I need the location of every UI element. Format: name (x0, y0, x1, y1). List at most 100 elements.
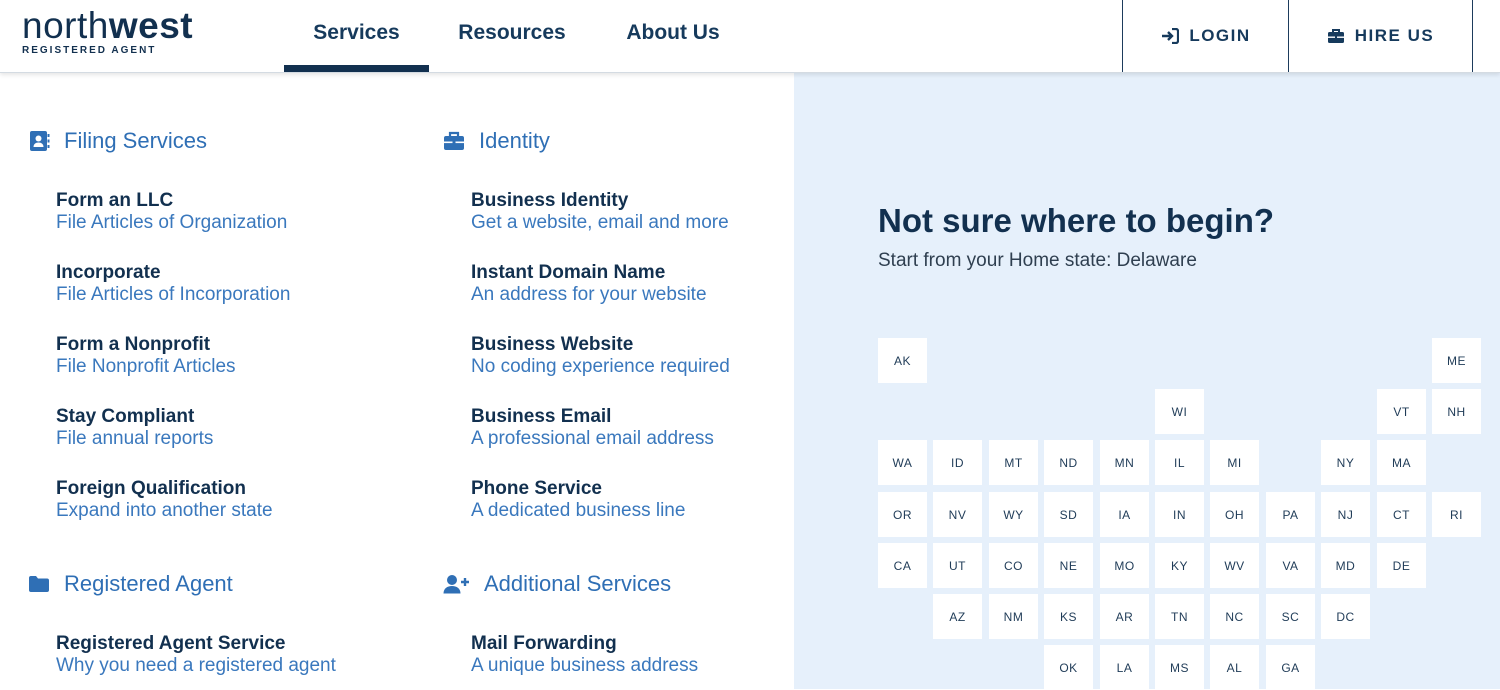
login-label: LOGIN (1189, 26, 1251, 45)
item-subtitle: File Nonprofit Articles (56, 356, 236, 377)
menu-item-business-identity[interactable]: Business Identity Get a website, email a… (471, 190, 729, 234)
menu-item-business-website[interactable]: Business Website No coding experience re… (471, 334, 730, 378)
hire-us-label: HIRE US (1354, 26, 1435, 45)
registered-agent-title: Registered Agent (64, 571, 233, 596)
logo-word-north: north (22, 5, 109, 46)
state-tile-wy[interactable]: WY (989, 492, 1038, 537)
state-tile-wa[interactable]: WA (878, 440, 927, 485)
state-tile-in[interactable]: IN (1155, 492, 1204, 537)
state-tile-az[interactable]: AZ (933, 594, 982, 639)
menu-item-foreign-qualification[interactable]: Foreign Qualification Expand into anothe… (56, 478, 273, 522)
state-tile-nv[interactable]: NV (933, 492, 982, 537)
state-tile-va[interactable]: VA (1266, 543, 1315, 588)
item-title: Phone Service (471, 478, 602, 499)
item-subtitle: No coding experience required (471, 356, 730, 377)
hire-us-button[interactable]: HIRE US (1288, 0, 1472, 72)
identity-heading: Identity (443, 128, 550, 154)
item-subtitle: A dedicated business line (471, 500, 686, 521)
item-title: Form an LLC (56, 190, 174, 211)
item-title: Registered Agent Service (56, 633, 286, 654)
state-tile-oh[interactable]: OH (1210, 492, 1259, 537)
state-tile-nh[interactable]: NH (1432, 389, 1481, 434)
state-tile-nj[interactable]: NJ (1321, 492, 1370, 537)
state-tile-sd[interactable]: SD (1044, 492, 1093, 537)
state-tile-ky[interactable]: KY (1155, 543, 1204, 588)
menu-item-incorporate[interactable]: Incorporate File Articles of Incorporati… (56, 262, 290, 306)
header-divider (1472, 0, 1473, 72)
item-subtitle: File annual reports (56, 428, 214, 449)
state-tile-mi[interactable]: MI (1210, 440, 1259, 485)
state-tile-ak[interactable]: AK (878, 338, 927, 383)
briefcase-icon (443, 130, 465, 152)
state-tile-la[interactable]: LA (1100, 645, 1149, 690)
panel-title: Not sure where to begin? (878, 202, 1275, 239)
state-tile-wi[interactable]: WI (1155, 389, 1204, 434)
state-tile-de[interactable]: DE (1377, 543, 1426, 588)
state-tile-ma[interactable]: MA (1377, 440, 1426, 485)
state-tile-nc[interactable]: NC (1210, 594, 1259, 639)
state-tile-wv[interactable]: WV (1210, 543, 1259, 588)
item-title: Instant Domain Name (471, 262, 666, 283)
nav-tab-about-us[interactable]: About Us (610, 0, 736, 72)
state-tile-ga[interactable]: GA (1266, 645, 1315, 690)
state-tile-co[interactable]: CO (989, 543, 1038, 588)
state-tile-ri[interactable]: RI (1432, 492, 1481, 537)
state-tile-ar[interactable]: AR (1100, 594, 1149, 639)
address-book-icon (28, 130, 50, 152)
item-subtitle: Get a website, email and more (471, 212, 729, 233)
state-tile-al[interactable]: AL (1210, 645, 1259, 690)
menu-item-form-llc[interactable]: Form an LLC File Articles of Organizatio… (56, 190, 287, 234)
state-tile-vt[interactable]: VT (1377, 389, 1426, 434)
item-subtitle: An address for your website (471, 284, 707, 305)
state-tile-tn[interactable]: TN (1155, 594, 1204, 639)
state-tile-id[interactable]: ID (933, 440, 982, 485)
registered-agent-heading: Registered Agent (28, 571, 233, 597)
state-tile-ne[interactable]: NE (1044, 543, 1093, 588)
menu-item-stay-compliant[interactable]: Stay Compliant File annual reports (56, 406, 213, 450)
menu-item-mail-forwarding[interactable]: Mail Forwarding A unique business addres… (471, 633, 698, 677)
state-tile-nm[interactable]: NM (989, 594, 1038, 639)
user-plus-icon (443, 573, 470, 595)
item-title: Incorporate (56, 262, 161, 283)
state-tile-sc[interactable]: SC (1266, 594, 1315, 639)
site-header: northwest REGISTERED AGENT Services Reso… (0, 0, 1500, 73)
nav-tab-services[interactable]: Services (284, 0, 429, 72)
state-tile-dc[interactable]: DC (1321, 594, 1370, 639)
state-tile-me[interactable]: ME (1432, 338, 1481, 383)
state-tile-ia[interactable]: IA (1100, 492, 1149, 537)
menu-item-instant-domain-name[interactable]: Instant Domain Name An address for your … (471, 262, 707, 306)
menu-item-form-nonprofit[interactable]: Form a Nonprofit File Nonprofit Articles (56, 334, 236, 378)
state-tile-il[interactable]: IL (1155, 440, 1204, 485)
briefcase-icon (1327, 28, 1345, 44)
state-tile-ca[interactable]: CA (878, 543, 927, 588)
logo-word-west: west (108, 5, 194, 46)
filing-services-heading: Filing Services (28, 128, 207, 154)
state-tile-nd[interactable]: ND (1044, 440, 1093, 485)
item-subtitle: File Articles of Incorporation (56, 284, 291, 305)
state-tile-md[interactable]: MD (1321, 543, 1370, 588)
item-subtitle: Expand into another state (56, 500, 273, 521)
state-tile-pa[interactable]: PA (1266, 492, 1315, 537)
northwest-logo[interactable]: northwest REGISTERED AGENT (22, 6, 242, 62)
item-subtitle: File Articles of Organization (56, 212, 288, 233)
login-button[interactable]: LOGIN (1122, 0, 1289, 72)
state-tile-mn[interactable]: MN (1100, 440, 1149, 485)
state-tile-ny[interactable]: NY (1321, 440, 1370, 485)
filing-services-title: Filing Services (64, 128, 208, 153)
item-title: Mail Forwarding (471, 633, 617, 654)
menu-item-registered-agent-service[interactable]: Registered Agent Service Why you need a … (56, 633, 336, 677)
state-tile-ms[interactable]: MS (1155, 645, 1204, 690)
state-tile-or[interactable]: OR (878, 492, 927, 537)
state-tile-ut[interactable]: UT (933, 543, 982, 588)
state-tile-mo[interactable]: MO (1100, 543, 1149, 588)
state-tile-mt[interactable]: MT (989, 440, 1038, 485)
menu-item-phone-service[interactable]: Phone Service A dedicated business line (471, 478, 685, 522)
sign-in-icon (1161, 28, 1180, 44)
state-tile-ks[interactable]: KS (1044, 594, 1093, 639)
menu-item-business-email[interactable]: Business Email A professional email addr… (471, 406, 714, 450)
state-tile-ct[interactable]: CT (1377, 492, 1426, 537)
state-tile-ok[interactable]: OK (1044, 645, 1093, 690)
item-title: Business Identity (471, 190, 629, 211)
item-subtitle: A unique business address (471, 655, 699, 676)
nav-tab-resources[interactable]: Resources (446, 0, 578, 72)
